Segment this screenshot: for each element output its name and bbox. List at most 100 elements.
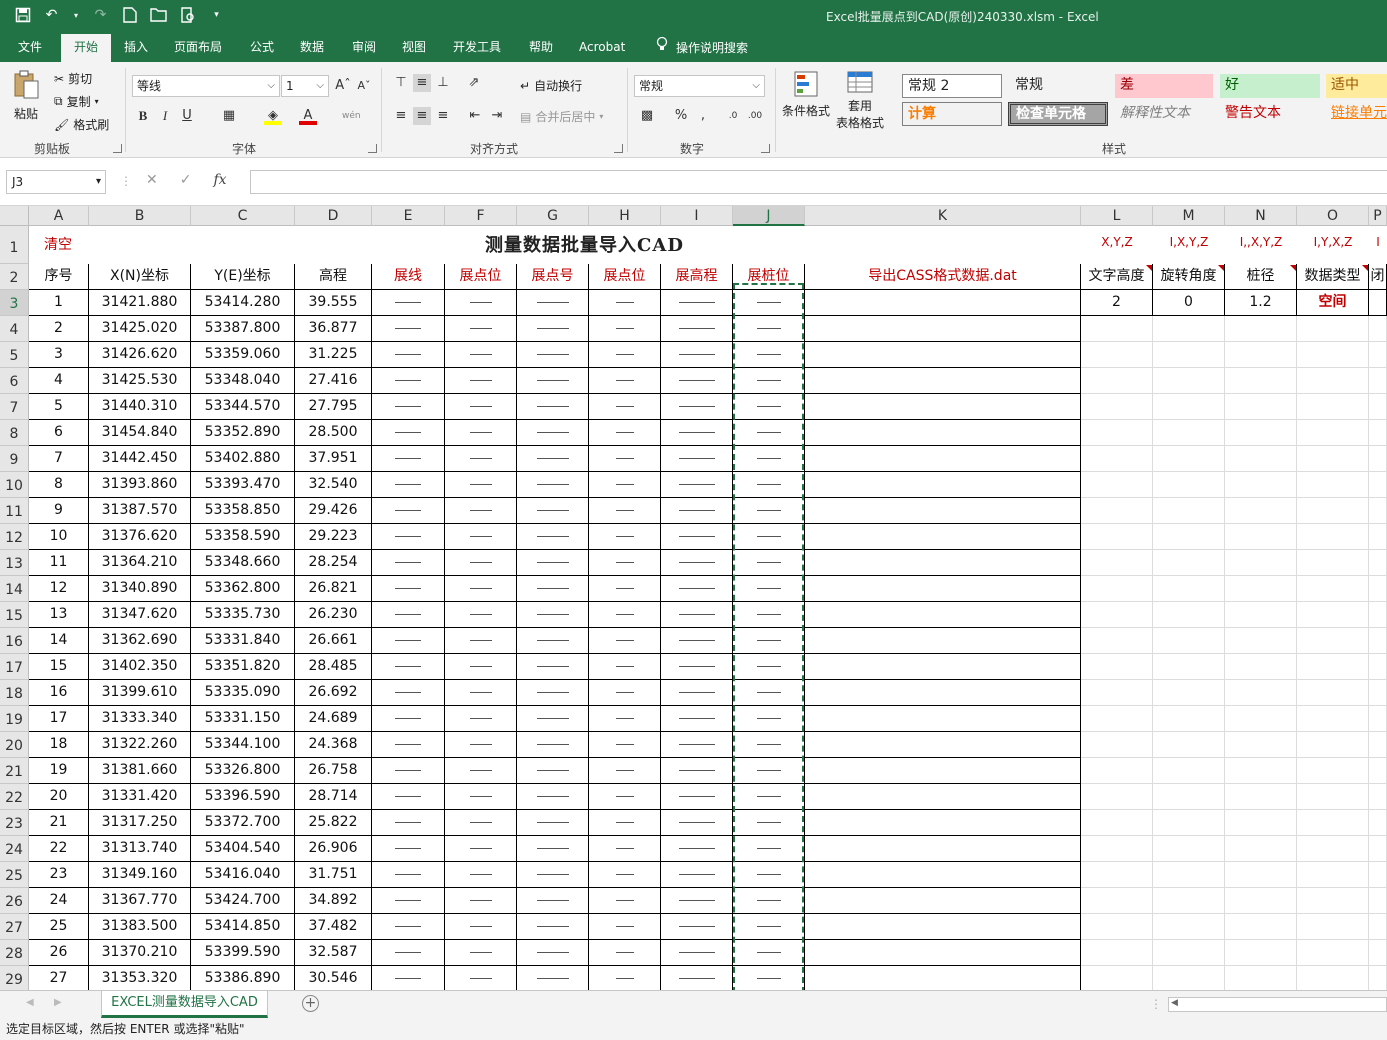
button-cell[interactable] [805, 550, 1081, 576]
empty-cell[interactable] [1225, 680, 1297, 706]
empty-cell[interactable] [1081, 446, 1153, 472]
data-cell[interactable]: 25.822 [295, 810, 372, 836]
button-cell[interactable] [805, 888, 1081, 914]
data-cell[interactable]: 53351.820 [191, 654, 295, 680]
empty-cell[interactable] [1225, 472, 1297, 498]
data-cell[interactable]: 37.951 [295, 446, 372, 472]
empty-cell[interactable] [1225, 888, 1297, 914]
data-cell[interactable]: 26.692 [295, 680, 372, 706]
button-cell[interactable] [445, 602, 517, 628]
insert-function-icon[interactable]: fx [213, 172, 226, 188]
empty-cell[interactable] [1297, 446, 1369, 472]
button-cell[interactable] [805, 706, 1081, 732]
button-cell[interactable] [805, 394, 1081, 420]
empty-cell[interactable] [1369, 628, 1387, 654]
empty-cell[interactable] [1081, 888, 1153, 914]
button-cell[interactable] [372, 576, 445, 602]
empty-cell[interactable] [1081, 368, 1153, 394]
paste-button[interactable]: 粘贴 [12, 70, 40, 122]
open-folder-icon[interactable] [150, 7, 167, 24]
horizontal-scrollbar[interactable]: ◀ [1168, 997, 1387, 1012]
data-cell[interactable]: 31313.740 [89, 836, 191, 862]
empty-cell[interactable] [1153, 420, 1225, 446]
data-cell[interactable]: 53402.880 [191, 446, 295, 472]
empty-cell[interactable] [1297, 732, 1369, 758]
button-cell[interactable] [661, 784, 733, 810]
empty-cell[interactable] [1225, 602, 1297, 628]
button-cell[interactable] [517, 472, 589, 498]
empty-cell[interactable] [1369, 888, 1387, 914]
row-header[interactable]: 26 [0, 888, 29, 914]
scroll-right-icon[interactable]: ▶ [54, 997, 62, 1008]
button-cell[interactable] [445, 940, 517, 966]
data-cell[interactable]: 28.500 [295, 420, 372, 446]
button-cell[interactable] [589, 888, 661, 914]
empty-cell[interactable] [1297, 654, 1369, 680]
row-header[interactable]: 7 [0, 394, 29, 420]
empty-cell[interactable] [1297, 628, 1369, 654]
empty-cell[interactable] [1297, 368, 1369, 394]
name-box[interactable]: J3 ▾ [6, 170, 106, 194]
column-header[interactable]: N [1225, 206, 1297, 226]
align-top-icon[interactable]: ⊤ [392, 74, 410, 92]
button-cell[interactable] [661, 394, 733, 420]
data-cell[interactable]: 30.546 [295, 966, 372, 990]
data-cell[interactable]: 24 [29, 888, 89, 914]
button-cell[interactable] [805, 862, 1081, 888]
button-cell[interactable] [589, 862, 661, 888]
button-cell[interactable] [805, 758, 1081, 784]
wrap-text-button[interactable]: ↵ 自动换行 [520, 77, 582, 94]
empty-cell[interactable] [1081, 394, 1153, 420]
column-header[interactable]: M [1153, 206, 1225, 226]
data-cell[interactable]: 31399.610 [89, 680, 191, 706]
align-left-icon[interactable]: ≡ [392, 107, 410, 125]
tab-developer[interactable]: 开发工具 [443, 34, 511, 62]
empty-cell[interactable] [1153, 706, 1225, 732]
data-cell[interactable]: 13 [29, 602, 89, 628]
button-cell[interactable] [445, 914, 517, 940]
style-linked-cell[interactable]: 链接单元 [1326, 102, 1387, 126]
select-all-corner[interactable] [0, 206, 29, 226]
empty-cell[interactable] [1369, 602, 1387, 628]
data-cell[interactable]: 28.485 [295, 654, 372, 680]
decrease-indent-icon[interactable]: ⇤ [466, 107, 484, 125]
empty-cell[interactable] [1225, 732, 1297, 758]
data-cell[interactable]: 53424.700 [191, 888, 295, 914]
button-cell[interactable] [372, 550, 445, 576]
button-cell[interactable] [661, 524, 733, 550]
data-cell[interactable]: 31376.620 [89, 524, 191, 550]
empty-cell[interactable] [1369, 654, 1387, 680]
data-cell[interactable]: 19 [29, 758, 89, 784]
empty-cell[interactable] [1225, 784, 1297, 810]
row-header[interactable]: 14 [0, 576, 29, 602]
row-header[interactable]: 10 [0, 472, 29, 498]
data-cell[interactable]: 31425.020 [89, 316, 191, 342]
button-cell[interactable] [372, 316, 445, 342]
data-cell[interactable]: 31.225 [295, 342, 372, 368]
button-cell[interactable] [372, 524, 445, 550]
comma-style-icon[interactable]: , [694, 107, 712, 125]
button-cell[interactable] [589, 940, 661, 966]
empty-cell[interactable] [1081, 550, 1153, 576]
button-cell[interactable] [445, 316, 517, 342]
empty-cell[interactable] [1297, 810, 1369, 836]
button-cell[interactable] [661, 914, 733, 940]
data-cell[interactable]: 53326.800 [191, 758, 295, 784]
bold-button[interactable]: B [134, 107, 152, 125]
header-cell[interactable]: 导出CASS格式数据.dat [805, 264, 1081, 290]
button-cell[interactable] [445, 420, 517, 446]
data-cell[interactable]: 6 [29, 420, 89, 446]
data-cell[interactable]: 28.714 [295, 784, 372, 810]
button-cell[interactable] [445, 680, 517, 706]
data-cell[interactable]: 31442.450 [89, 446, 191, 472]
button-cell[interactable] [445, 290, 517, 316]
empty-cell[interactable] [1153, 316, 1225, 342]
copy-button[interactable]: ⧉ 复制 ▾ [54, 93, 99, 110]
data-cell[interactable]: 37.482 [295, 914, 372, 940]
data-cell[interactable]: 31340.890 [89, 576, 191, 602]
data-cell[interactable]: 24.689 [295, 706, 372, 732]
data-cell[interactable]: 26.906 [295, 836, 372, 862]
data-cell[interactable]: 53344.100 [191, 732, 295, 758]
button-cell[interactable] [445, 524, 517, 550]
button-cell[interactable] [372, 290, 445, 316]
